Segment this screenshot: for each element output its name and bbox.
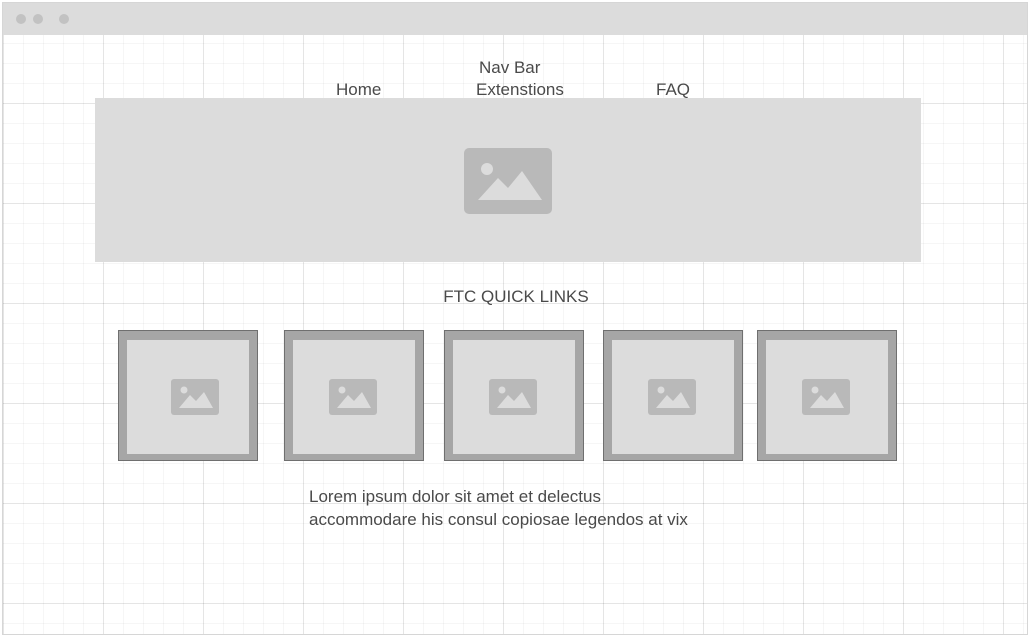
image-placeholder-icon xyxy=(489,379,537,415)
tile-image-placeholder xyxy=(293,340,415,454)
quick-link-tile-5[interactable] xyxy=(757,330,897,461)
nav-bar-title: Nav Bar xyxy=(479,58,541,77)
quick-link-tile-4[interactable] xyxy=(603,330,743,461)
tile-image-placeholder xyxy=(453,340,575,454)
tile-image-placeholder xyxy=(612,340,734,454)
quick-link-tile-1[interactable] xyxy=(118,330,258,461)
nav-link-extensions[interactable]: Extenstions xyxy=(476,80,564,100)
tile-image-placeholder xyxy=(766,340,888,454)
description-line-2: accommodare his consul copiosae legendos… xyxy=(309,510,688,529)
nav-link-home[interactable]: Home xyxy=(336,80,381,100)
image-placeholder-icon xyxy=(329,379,377,415)
close-window-dot[interactable] xyxy=(16,14,26,24)
quick-link-tile-2[interactable] xyxy=(284,330,424,461)
description-text: Lorem ipsum dolor sit amet et delectus a… xyxy=(309,485,688,531)
browser-window: Nav Bar Home Extenstions FAQ FTC QUICK L… xyxy=(2,2,1028,635)
image-placeholder-icon xyxy=(171,379,219,415)
quick-link-tile-3[interactable] xyxy=(444,330,584,461)
image-placeholder-icon xyxy=(464,148,552,214)
minimize-window-dot[interactable] xyxy=(33,14,43,24)
tile-image-placeholder xyxy=(127,340,249,454)
nav-link-faq[interactable]: FAQ xyxy=(656,80,690,100)
maximize-window-dot[interactable] xyxy=(59,14,69,24)
image-placeholder-icon xyxy=(802,379,850,415)
image-placeholder-icon xyxy=(648,379,696,415)
hero-image-placeholder xyxy=(95,98,921,262)
description-line-1: Lorem ipsum dolor sit amet et delectus xyxy=(309,487,601,506)
quick-links-title: FTC QUICK LINKS xyxy=(443,287,589,306)
window-titlebar xyxy=(3,3,1027,35)
